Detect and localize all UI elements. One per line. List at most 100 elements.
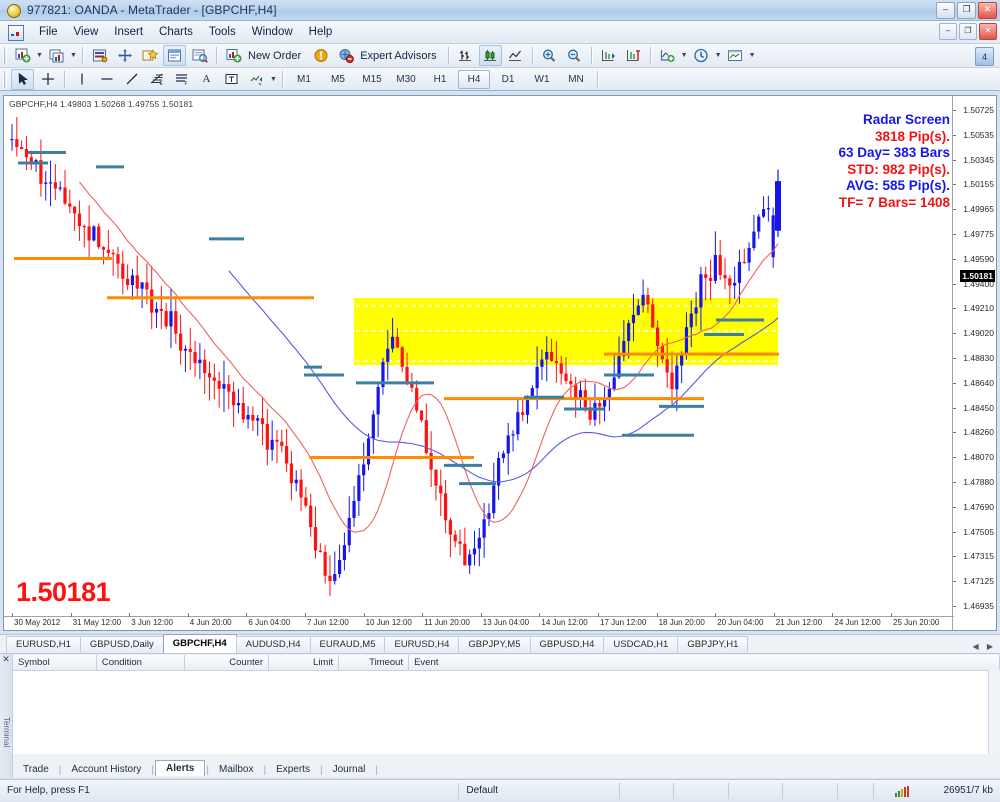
zoom-out-icon[interactable] bbox=[563, 45, 586, 66]
new-chart-icon[interactable] bbox=[11, 45, 34, 66]
chart-tab-audusd-h4[interactable]: AUDUSD,H4 bbox=[235, 636, 311, 653]
new-chart-dropdown-caret[interactable]: ▼ bbox=[35, 46, 44, 65]
price-axis-label: 1.50345 bbox=[963, 154, 994, 165]
menu-tools[interactable]: Tools bbox=[201, 23, 244, 41]
expert-advisors-icon[interactable] bbox=[334, 45, 357, 66]
pin-badge[interactable]: 4 bbox=[975, 47, 994, 66]
terminal-tab-journal[interactable]: Journal bbox=[324, 763, 375, 776]
auto-scroll-icon[interactable] bbox=[597, 45, 620, 66]
new-order-icon[interactable] bbox=[222, 45, 245, 66]
data-window-icon[interactable] bbox=[188, 45, 211, 66]
shapes-dropdown-caret[interactable]: ▼ bbox=[269, 70, 278, 89]
terminal-side-label: Terminal bbox=[2, 717, 11, 748]
chart-tab-eurusd-h4[interactable]: EURUSD,H4 bbox=[384, 636, 460, 653]
indicators-dropdown-caret[interactable]: ▼ bbox=[680, 46, 689, 65]
menu-help[interactable]: Help bbox=[301, 23, 341, 41]
equidistant-channel-icon[interactable]: F bbox=[170, 69, 193, 90]
time-axis[interactable]: 30 May 2012 31 May 12:00 3 Jun 12:00 4 Jun … bbox=[4, 613, 954, 630]
periods-clock-icon[interactable] bbox=[690, 45, 713, 66]
timeframe-d1[interactable]: D1 bbox=[492, 70, 524, 89]
column-header-timeout[interactable]: Timeout bbox=[339, 655, 410, 670]
candlestick bbox=[130, 268, 135, 300]
price-axis[interactable]: 1.50725 1.50535 1.50345 1.50155 1.49965 1.497… bbox=[952, 96, 996, 630]
timeframe-mn[interactable]: MN bbox=[560, 70, 592, 89]
column-header-symbol[interactable]: Symbol bbox=[13, 655, 97, 670]
time-axis-label: 30 May 2012 bbox=[14, 618, 61, 627]
candlestick-chart-icon[interactable] bbox=[478, 45, 502, 66]
navigator-icon[interactable] bbox=[113, 45, 136, 66]
line-chart-icon[interactable] bbox=[504, 45, 527, 66]
terminal-tab-mailbox[interactable]: Mailbox bbox=[210, 763, 262, 776]
chart-tab-gbpjpy-h1[interactable]: GBPJPY,H1 bbox=[677, 636, 749, 653]
alerts-grid-body[interactable] bbox=[13, 670, 1000, 754]
bar-chart-icon[interactable] bbox=[454, 45, 477, 66]
terminal-icon[interactable] bbox=[163, 45, 186, 66]
chart-tab-gbpchf-h4[interactable]: GBPCHF,H4 bbox=[162, 634, 237, 653]
menu-view[interactable]: View bbox=[66, 23, 107, 41]
toolbar2-grip[interactable] bbox=[3, 70, 7, 88]
chart-tab-euraud-m5[interactable]: EURAUD,M5 bbox=[309, 636, 386, 653]
timeframe-h4[interactable]: H4 bbox=[458, 69, 490, 89]
cursor-arrow-icon[interactable] bbox=[11, 68, 34, 90]
shapes-icon[interactable] bbox=[245, 69, 268, 90]
column-header-limit[interactable]: Limit bbox=[269, 655, 340, 670]
terminal-close-icon[interactable]: ✕ bbox=[0, 654, 12, 665]
menu-window[interactable]: Window bbox=[244, 23, 301, 41]
close-button[interactable]: ✕ bbox=[978, 2, 997, 19]
menu-file[interactable]: File bbox=[31, 23, 66, 41]
terminal-scrollbar[interactable] bbox=[988, 670, 1000, 754]
terminal-tab-experts[interactable]: Experts bbox=[267, 763, 319, 776]
timeframe-m15[interactable]: M15 bbox=[356, 70, 388, 89]
timeframe-m30[interactable]: M30 bbox=[390, 70, 422, 89]
fibonacci-icon[interactable]: E bbox=[145, 69, 168, 90]
chart-tab-eurusd-h1[interactable]: EURUSD,H1 bbox=[6, 636, 81, 653]
horizontal-line-icon[interactable] bbox=[95, 69, 118, 90]
menu-insert[interactable]: Insert bbox=[106, 23, 151, 41]
indicators-icon[interactable] bbox=[656, 45, 679, 66]
gbpchf-h4-chart[interactable]: GBPCHF,H4 1.49803 1.50268 1.49755 1.5018… bbox=[3, 95, 997, 631]
chart-tab-gbpjpy-m5[interactable]: GBPJPY,M5 bbox=[458, 636, 531, 653]
status-profile[interactable]: Default bbox=[459, 783, 621, 799]
menu-charts[interactable]: Charts bbox=[151, 23, 201, 41]
terminal-tab-alerts[interactable]: Alerts bbox=[155, 760, 206, 776]
column-header-event[interactable]: Event bbox=[409, 655, 1000, 670]
candlestick bbox=[77, 200, 82, 241]
new-order-label[interactable]: New Order bbox=[246, 50, 308, 62]
maximize-button[interactable]: ❐ bbox=[957, 2, 976, 19]
chart-tabs-nav[interactable]: ◀ ▶ bbox=[972, 642, 996, 651]
trendline-icon[interactable] bbox=[120, 69, 143, 90]
text-icon[interactable]: A bbox=[195, 69, 218, 90]
expert-advisors-label[interactable]: Expert Advisors bbox=[358, 50, 443, 62]
mdi-close-button[interactable]: ✕ bbox=[979, 23, 997, 40]
metaeditor-icon[interactable] bbox=[309, 45, 332, 66]
column-header-counter[interactable]: Counter bbox=[185, 655, 270, 670]
column-header-condition[interactable]: Condition bbox=[97, 655, 186, 670]
zoom-in-icon[interactable] bbox=[538, 45, 561, 66]
timeframe-w1[interactable]: W1 bbox=[526, 70, 558, 89]
terminal-tab-account-history[interactable]: Account History bbox=[62, 763, 150, 776]
minimize-button[interactable]: – bbox=[936, 2, 955, 19]
timeframe-h1[interactable]: H1 bbox=[424, 70, 456, 89]
chart-tab-usdcad-h1[interactable]: USDCAD,H1 bbox=[603, 636, 679, 653]
mdi-restore-button[interactable]: ❐ bbox=[959, 23, 977, 40]
templates-dropdown-caret[interactable]: ▼ bbox=[748, 46, 757, 65]
templates-icon[interactable] bbox=[724, 45, 747, 66]
vertical-line-icon[interactable] bbox=[70, 69, 93, 90]
chart-tab-gbpusd-h4[interactable]: GBPUSD,H4 bbox=[529, 636, 605, 653]
text-label-icon[interactable] bbox=[220, 69, 243, 90]
timeframe-m5[interactable]: M5 bbox=[322, 70, 354, 89]
chart-tab-gbpusd-daily[interactable]: GBPUSD,Daily bbox=[79, 636, 164, 653]
toolbar-grip[interactable] bbox=[3, 47, 7, 64]
timeframe-m1[interactable]: M1 bbox=[288, 70, 320, 89]
periods-dropdown-caret[interactable]: ▼ bbox=[714, 46, 723, 65]
mdi-minimize-button[interactable]: – bbox=[939, 23, 957, 40]
profiles-icon[interactable] bbox=[45, 45, 68, 66]
chart-shift-icon[interactable] bbox=[622, 45, 645, 66]
profiles-dropdown-caret[interactable]: ▼ bbox=[69, 46, 78, 65]
terminal-tab-trade[interactable]: Trade bbox=[14, 763, 58, 776]
favorites-icon[interactable] bbox=[138, 45, 161, 66]
market-watch-icon[interactable] bbox=[88, 45, 111, 66]
candlestick bbox=[179, 314, 183, 365]
candlestick bbox=[289, 451, 294, 501]
crosshair-icon[interactable] bbox=[36, 69, 59, 90]
